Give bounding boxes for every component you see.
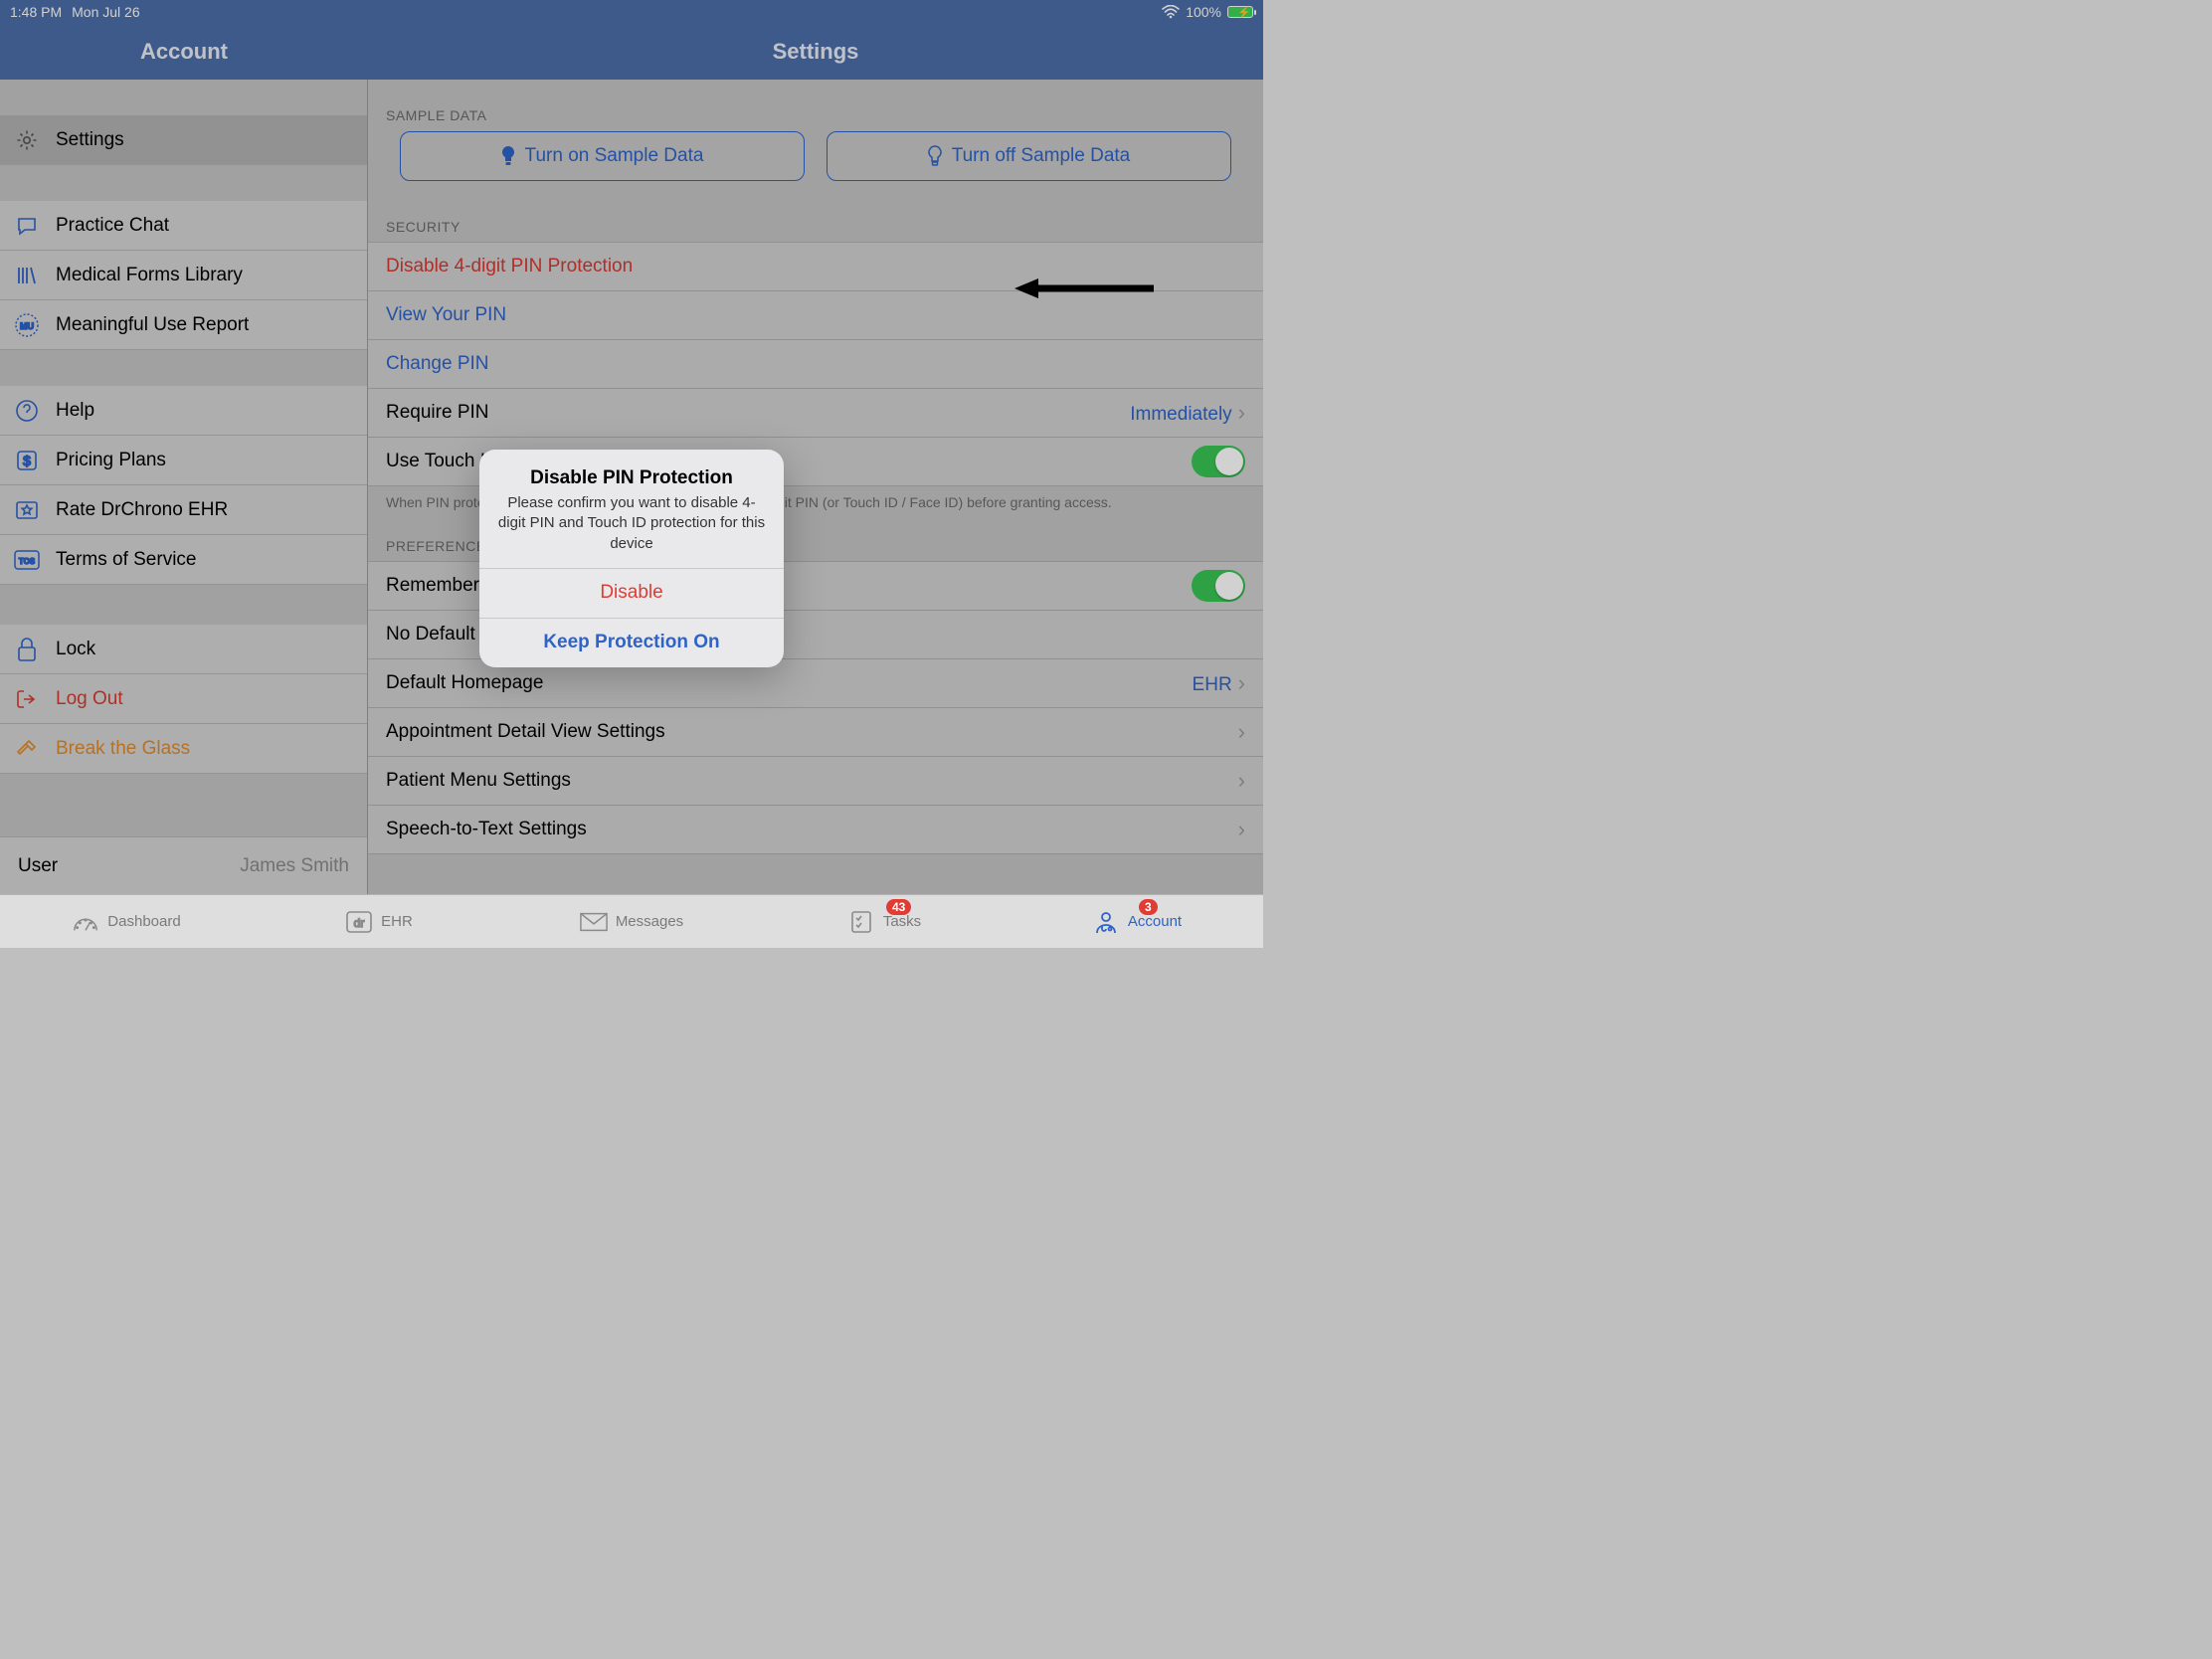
checklist-icon — [847, 911, 875, 933]
tab-label: Dashboard — [107, 913, 180, 930]
tab-ehr[interactable]: dr EHR — [253, 895, 505, 948]
tab-label: EHR — [381, 913, 413, 930]
tab-bar: Dashboard dr EHR Messages Tasks 43 Accou… — [0, 894, 1263, 948]
button-label: Keep Protection On — [543, 632, 719, 653]
gauge-icon — [72, 911, 99, 933]
tab-label: Account — [1128, 913, 1182, 930]
modal-keep-button[interactable]: Keep Protection On — [479, 618, 784, 667]
modal-title: Disable PIN Protection — [497, 467, 766, 489]
tab-messages[interactable]: Messages — [505, 895, 758, 948]
tab-tasks[interactable]: Tasks 43 — [758, 895, 1011, 948]
tab-dashboard[interactable]: Dashboard — [0, 895, 253, 948]
disable-pin-modal: Disable PIN Protection Please confirm yo… — [479, 450, 784, 667]
envelope-icon — [580, 911, 608, 933]
tab-label: Messages — [616, 913, 683, 930]
dr-icon: dr — [345, 911, 373, 933]
modal-disable-button[interactable]: Disable — [479, 568, 784, 618]
modal-message: Please confirm you want to disable 4-dig… — [497, 493, 766, 554]
tasks-badge: 43 — [886, 899, 911, 915]
svg-text:dr: dr — [354, 916, 365, 930]
tab-label: Tasks — [883, 913, 921, 930]
button-label: Disable — [600, 582, 662, 604]
doctor-icon — [1092, 911, 1120, 933]
tab-account[interactable]: Account 3 — [1011, 895, 1263, 948]
account-badge: 3 — [1139, 899, 1158, 915]
app-root: { "status": { "time": "1:48 PM", "date":… — [0, 0, 1263, 948]
